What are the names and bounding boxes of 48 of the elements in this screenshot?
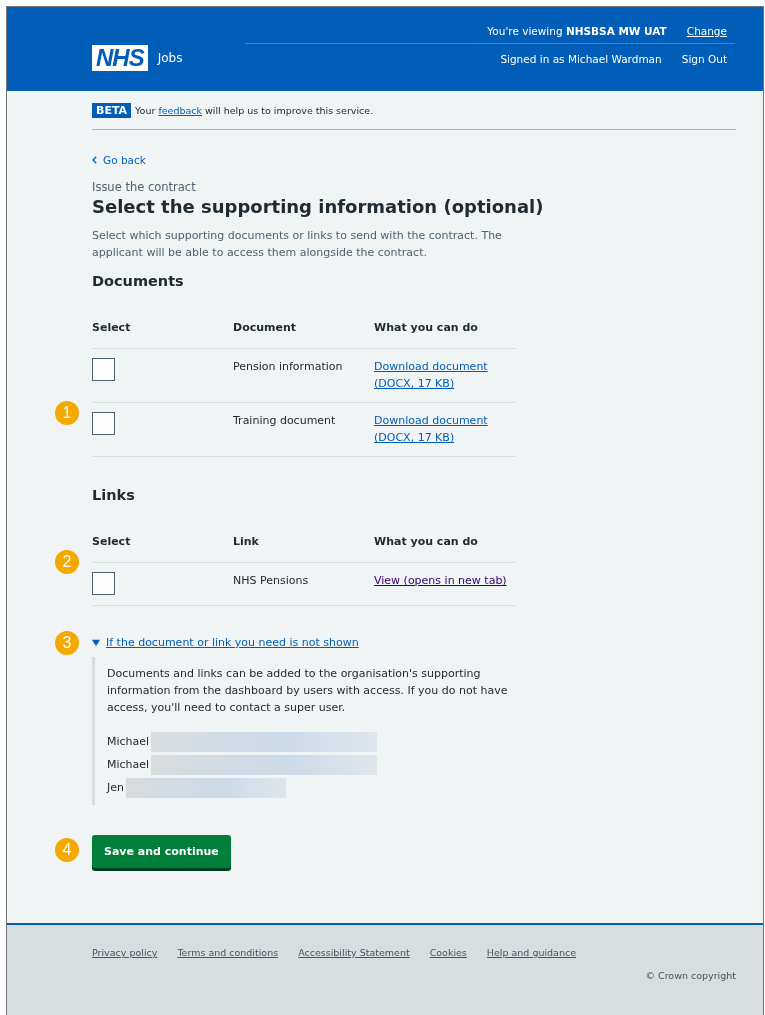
section-heading: Documents xyxy=(92,273,185,289)
callout-badge: 2 xyxy=(55,550,79,574)
column-header: What you can do xyxy=(374,320,479,336)
checkbox[interactable] xyxy=(92,358,115,381)
table-cell-text: Pension information xyxy=(233,359,344,375)
nhs-logo[interactable]: NHS xyxy=(92,45,148,71)
page-title: Select the supporting information (optional) xyxy=(92,196,544,217)
details-summary[interactable]: If the document or link you need is not shown xyxy=(92,636,516,649)
chevron-icon xyxy=(92,156,97,164)
action-link[interactable]: Download document (DOCX, 17 KB) xyxy=(374,358,516,392)
callout-badge: 4 xyxy=(55,838,79,862)
details-text: Documents and links can be added to the organisation's supporting information from the dashboard by users with access. If you do not have access, you'll need to contact a super user. xyxy=(107,666,509,716)
contact-name: Michael xyxy=(107,735,150,748)
checkbox[interactable] xyxy=(92,572,115,595)
feedback-link[interactable]: feedback xyxy=(158,105,202,116)
sign-out-link[interactable]: Sign Out xyxy=(681,53,727,65)
section-heading: Links xyxy=(92,487,136,503)
change-link[interactable]: Change xyxy=(686,25,727,37)
table-cell-text: NHS Pensions xyxy=(233,573,310,589)
footer-link[interactable]: Help and guidance xyxy=(486,947,577,958)
footer-link[interactable]: Terms and conditions xyxy=(177,947,279,958)
signed-in-user: Signed in as Michael Wardman xyxy=(500,53,662,65)
save-and-continue-button[interactable]: Save and continue xyxy=(92,835,231,868)
viewing-organisation: You're viewing NHSBSA MW UAT xyxy=(487,25,667,37)
column-header: Select xyxy=(92,320,132,336)
table-cell-text: Training document xyxy=(233,413,337,429)
action-link[interactable]: Download document (DOCX, 17 KB) xyxy=(374,412,516,446)
column-header: Select xyxy=(92,534,132,550)
page-caption: Issue the contract xyxy=(92,180,197,194)
footer-link[interactable]: Accessibility Statement xyxy=(298,947,410,958)
column-header: Document xyxy=(233,320,298,336)
action-link[interactable]: View (opens in new tab) xyxy=(374,572,507,589)
callout-badge: 3 xyxy=(55,631,79,655)
column-header: What you can do xyxy=(374,534,479,550)
triangle-icon xyxy=(92,638,100,647)
checkbox[interactable] xyxy=(92,412,115,435)
beta-tag: BETA xyxy=(92,103,132,118)
intro-text: Select which supporting documents or links to send with the contract. The applicant will be able to access them alongside the contract. xyxy=(92,228,503,261)
callout-badge: 1 xyxy=(55,401,79,425)
service-name: Jobs xyxy=(157,50,183,65)
contact-name: Michael xyxy=(107,758,150,771)
beta-message: Your feedback will help us to improve this service. xyxy=(135,105,374,116)
footer-link[interactable]: Cookies xyxy=(429,947,467,958)
footer-link[interactable]: Privacy policy xyxy=(92,947,158,958)
contact-name: Jen xyxy=(107,781,124,794)
copyright-text: © Crown copyright xyxy=(644,970,736,981)
back-link[interactable]: Go back xyxy=(92,154,516,166)
column-header: Link xyxy=(233,534,260,550)
